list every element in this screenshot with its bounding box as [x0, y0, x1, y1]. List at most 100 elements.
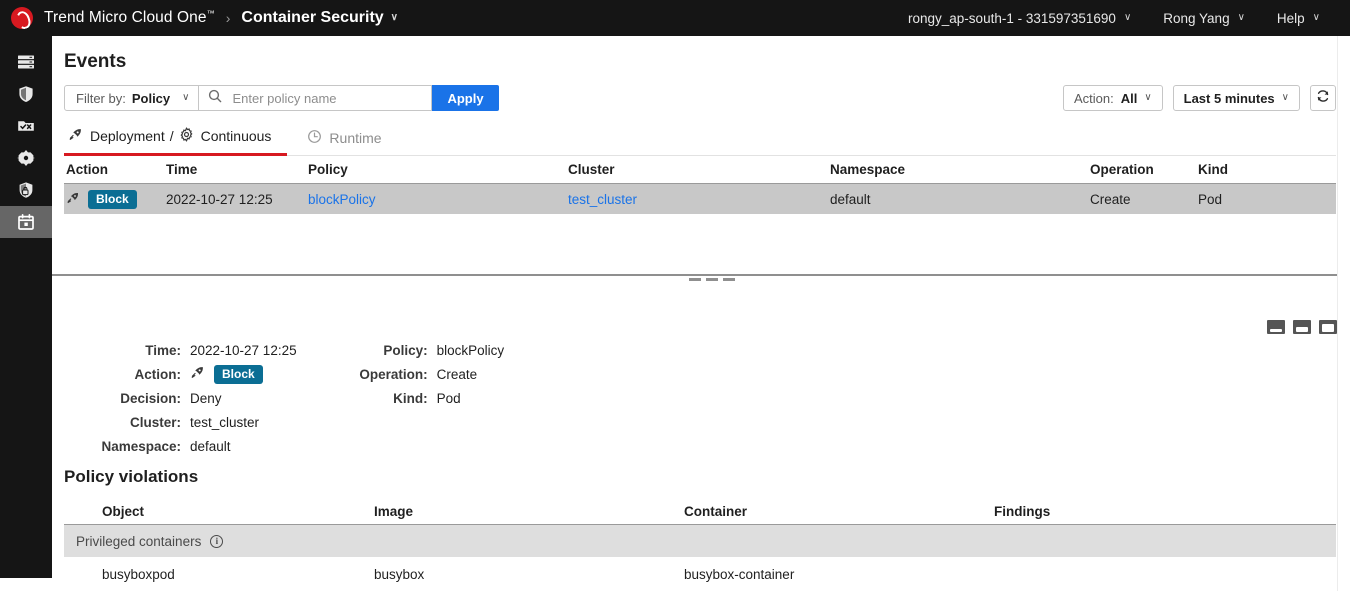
tab-slash: /: [170, 128, 174, 144]
panel-size-small-icon[interactable]: [1267, 320, 1285, 334]
column-header-time[interactable]: Time: [166, 162, 308, 177]
search-icon: [208, 89, 222, 108]
tab-runtime[interactable]: Runtime: [303, 129, 395, 155]
detail-field-namespace: Namespace: default: [52, 434, 297, 458]
chevron-down-icon: ∨: [1313, 13, 1320, 23]
detail-value-decision: Deny: [190, 391, 222, 406]
detail-label-cluster: Cluster:: [52, 415, 190, 430]
account-label: rongy_ap-south-1 - 331597351690: [908, 11, 1116, 26]
left-nav-rail: [0, 36, 52, 578]
detail-value-policy-link[interactable]: blockPolicy: [437, 343, 505, 358]
detail-value-operation: Create: [437, 367, 478, 382]
table-row[interactable]: Block 2022-10-27 12:25 blockPolicy test_…: [64, 184, 1336, 214]
trademark-symbol: ™: [207, 9, 215, 18]
app-root: Trend Micro Cloud One™ › Container Secur…: [0, 0, 1350, 591]
detail-label-time: Time:: [52, 343, 190, 358]
panel-size-medium-icon[interactable]: [1293, 320, 1311, 334]
help-menu[interactable]: Help ∨: [1261, 11, 1336, 26]
detail-label-namespace: Namespace:: [52, 439, 190, 454]
action-filter-value: All: [1121, 91, 1138, 106]
panel-size-controls: [1267, 320, 1337, 334]
column-header-kind[interactable]: Kind: [1198, 162, 1328, 177]
action-filter-dropdown[interactable]: Action: All ∨: [1063, 85, 1163, 111]
search-input[interactable]: [230, 90, 423, 107]
crosshair-target-icon: [16, 148, 36, 168]
detail-value-kind: Pod: [437, 391, 461, 406]
tab-deployment-continuous[interactable]: Deployment / Continuous: [64, 127, 287, 156]
info-icon[interactable]: i: [210, 535, 223, 548]
sidebar-item-events[interactable]: [0, 206, 52, 238]
column-header-container: Container: [684, 504, 994, 519]
grip-dash: [706, 278, 718, 281]
user-menu[interactable]: Rong Yang ∨: [1147, 11, 1261, 26]
refresh-button[interactable]: [1310, 85, 1336, 111]
vertical-scrollbar[interactable]: [1337, 36, 1350, 591]
sidebar-item-scanning[interactable]: [0, 142, 52, 174]
product-selector[interactable]: Container Security ∨: [241, 9, 398, 27]
brand-name[interactable]: Trend Micro Cloud One™: [44, 9, 215, 27]
filter-toolbar-right: Action: All ∨ Last 5 minutes ∨: [1063, 85, 1336, 111]
detail-fields-right-column: Policy: blockPolicy Operation: Create Ki…: [297, 338, 505, 458]
detail-label-decision: Decision:: [52, 391, 190, 406]
account-selector[interactable]: rongy_ap-south-1 - 331597351690 ∨: [892, 11, 1147, 26]
cluster-link[interactable]: test_cluster: [568, 192, 637, 207]
rail-top-spacer: [0, 36, 52, 46]
column-header-operation[interactable]: Operation: [1090, 162, 1198, 177]
folder-check-icon: [16, 116, 36, 136]
filter-toolbar: Filter by: Policy ∨ Apply Action: All ∨ …: [64, 85, 1350, 111]
detail-field-kind: Kind: Pod: [297, 386, 505, 410]
cell-object: busyboxpod: [64, 567, 374, 582]
filter-by-dropdown[interactable]: Filter by: Policy ∨: [64, 85, 199, 111]
status-badge: Block: [214, 365, 263, 384]
column-header-namespace[interactable]: Namespace: [830, 162, 1090, 177]
detail-value-namespace: default: [190, 439, 231, 454]
chevron-down-icon: ∨: [391, 13, 398, 23]
column-header-object: Object: [64, 504, 374, 519]
detail-label-action: Action:: [52, 367, 190, 382]
top-header-bar: Trend Micro Cloud One™ › Container Secur…: [0, 0, 1350, 36]
panel-size-large-icon[interactable]: [1319, 320, 1337, 334]
sidebar-item-policies[interactable]: [0, 110, 52, 142]
cell-action: Block: [64, 190, 166, 209]
policy-violations-header: Object Image Container Findings: [64, 498, 1336, 525]
sidebar-item-dashboard[interactable]: [0, 46, 52, 78]
detail-value-cluster-link[interactable]: test_cluster: [190, 415, 259, 430]
detail-fields: Time: 2022-10-27 12:25 Action: Block: [52, 338, 504, 458]
cell-time: 2022-10-27 12:25: [166, 192, 308, 207]
column-header-cluster[interactable]: Cluster: [568, 162, 830, 177]
column-header-action[interactable]: Action: [64, 162, 166, 177]
calendar-events-icon: [16, 212, 36, 232]
panel-resize-handle[interactable]: [689, 278, 735, 281]
detail-field-decision: Decision: Deny: [52, 386, 297, 410]
cell-namespace: default: [830, 192, 1090, 207]
policy-link[interactable]: blockPolicy: [308, 192, 376, 207]
time-range-dropdown[interactable]: Last 5 minutes ∨: [1173, 85, 1300, 111]
sidebar-item-runtime-security[interactable]: [0, 174, 52, 206]
panel-splitter[interactable]: [52, 274, 1350, 294]
chevron-down-icon: ∨: [1238, 13, 1245, 23]
grip-dash: [689, 278, 701, 281]
cell-container: busybox-container: [684, 567, 994, 582]
tab-continuous-label: Continuous: [201, 128, 272, 144]
lock-shield-icon: [16, 180, 36, 200]
events-table-header: Action Time Policy Cluster Namespace Ope…: [64, 156, 1336, 184]
trend-micro-logo[interactable]: [0, 7, 44, 29]
time-range-value: Last 5 minutes: [1184, 91, 1275, 106]
status-badge: Block: [88, 190, 137, 209]
apply-button[interactable]: Apply: [432, 85, 498, 111]
rocket-icon: [190, 365, 205, 383]
violation-group-label: Privileged containers: [76, 534, 201, 549]
policy-violations-title: Policy violations: [64, 467, 198, 487]
filter-by-label: Filter by:: [76, 91, 126, 106]
chevron-down-icon: ∨: [1282, 93, 1289, 103]
column-header-policy[interactable]: Policy: [308, 162, 568, 177]
rocket-icon: [66, 191, 80, 208]
tab-deployment-label: Deployment: [90, 128, 165, 144]
cell-kind: Pod: [1198, 192, 1328, 207]
grip-dash: [723, 278, 735, 281]
clock-icon: [307, 129, 322, 147]
violation-group-row[interactable]: Privileged containers i: [64, 525, 1336, 557]
cell-policy: blockPolicy: [308, 192, 568, 207]
chevron-down-icon: ∨: [182, 93, 189, 103]
sidebar-item-shield[interactable]: [0, 78, 52, 110]
